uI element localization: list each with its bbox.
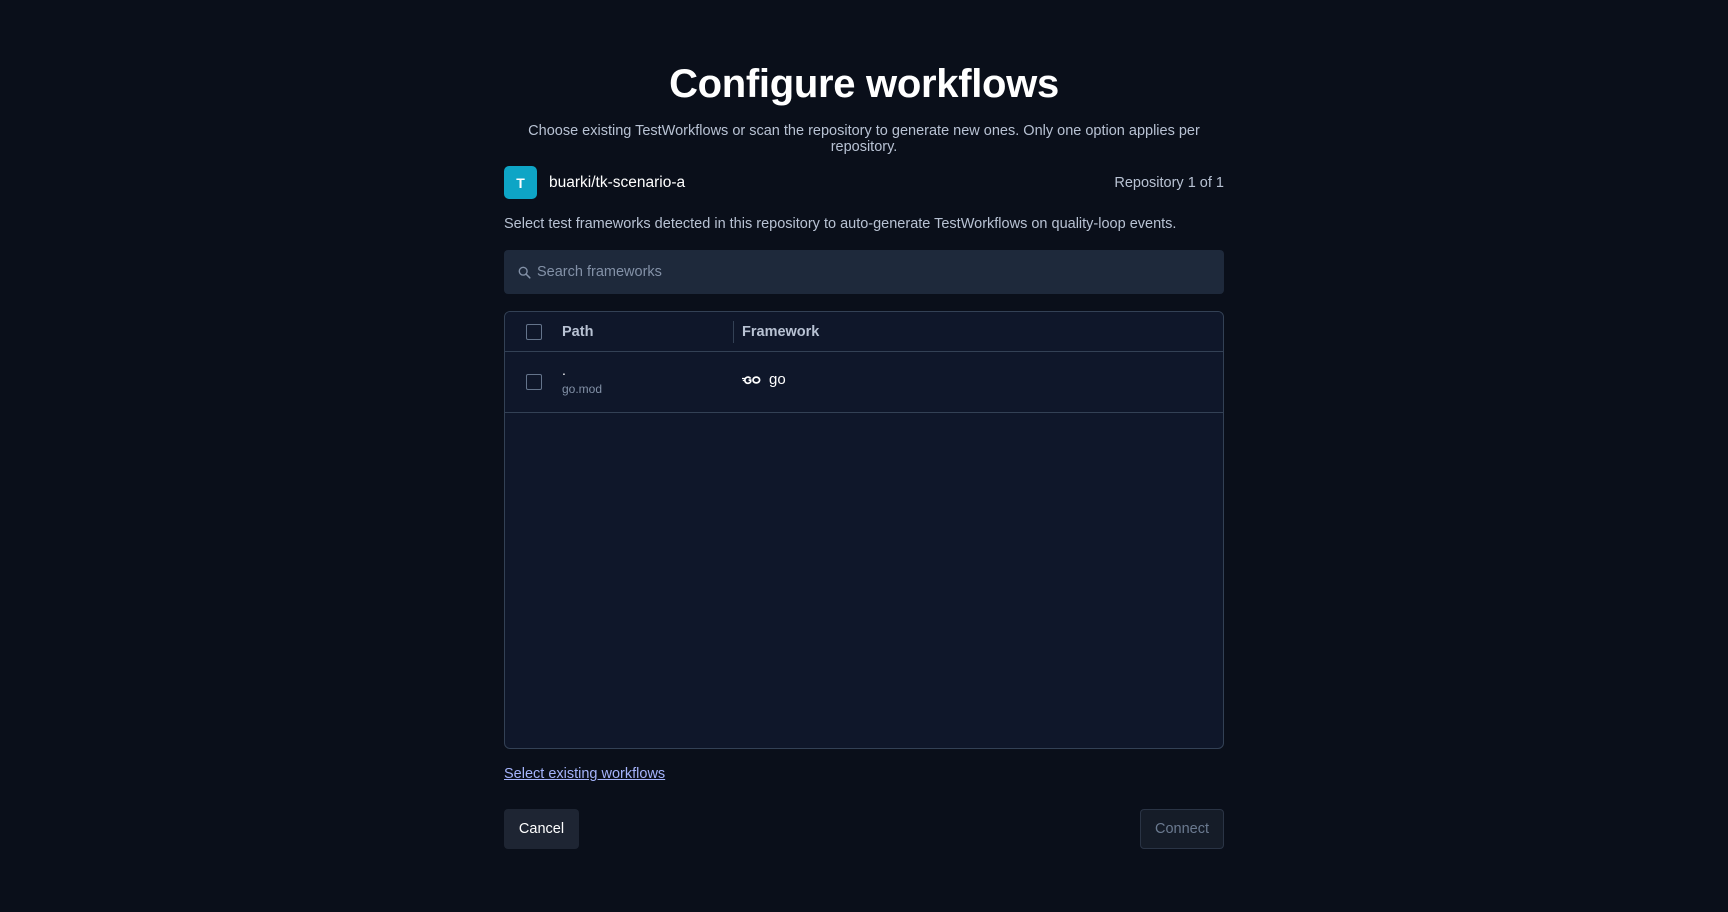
table-header: Path Framework [505, 312, 1223, 352]
select-existing-workflows-link[interactable]: Select existing workflows [504, 766, 665, 782]
connect-button[interactable]: Connect [1140, 809, 1224, 849]
repository-name: buarki/tk-scenario-a [549, 173, 686, 191]
search-icon [518, 266, 531, 279]
table-row[interactable]: . go.mod go [505, 352, 1223, 413]
search-input[interactable] [537, 250, 1224, 294]
repository-avatar: T [504, 166, 537, 199]
repository-header: T buarki/tk-scenario-a Repository 1 of 1 [504, 166, 1224, 199]
page-title: Configure workflows [669, 62, 1059, 106]
go-logo-icon [742, 375, 761, 384]
select-all-cell [505, 323, 562, 340]
framework-name: go [769, 371, 786, 388]
page-subtitle: Choose existing TestWorkflows or scan th… [528, 123, 1200, 155]
frameworks-table: Path Framework . go.mod go [504, 311, 1224, 749]
repository-info: T buarki/tk-scenario-a [504, 166, 685, 199]
frameworks-hint: Select test frameworks detected in this … [504, 216, 1177, 232]
search-box[interactable] [504, 250, 1224, 294]
row-checkbox[interactable] [525, 374, 542, 390]
cancel-button[interactable]: Cancel [504, 809, 579, 849]
path-file: go.mod [562, 382, 603, 396]
column-header-framework[interactable]: Framework [734, 324, 819, 340]
framework-cell: go [742, 371, 786, 388]
select-all-checkbox[interactable] [525, 323, 542, 340]
path-cell: . go.mod [562, 362, 742, 396]
path-value: . [562, 362, 566, 378]
column-header-path[interactable]: Path [562, 320, 734, 343]
repository-counter: Repository 1 of 1 [1114, 174, 1224, 191]
row-check-cell [505, 374, 562, 390]
